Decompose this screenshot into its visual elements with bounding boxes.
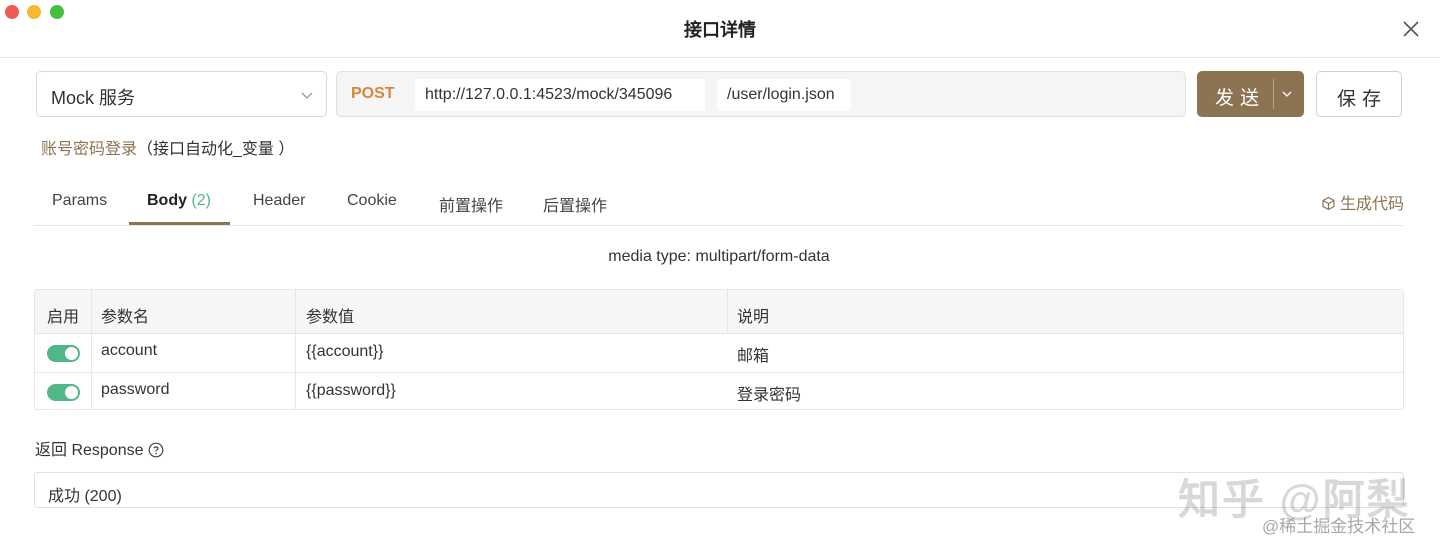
tab-body-label: Body — [147, 192, 187, 209]
response-section-title: 返回 Response — [35, 436, 164, 460]
title-bar: 接口详情 — [0, 0, 1440, 58]
url-bar: POST http://127.0.0.1:4523/mock/345096 /… — [336, 71, 1186, 117]
table-header: 启用 参数名 参数值 说明 — [35, 290, 1403, 334]
save-button-label: 保存 — [1336, 89, 1387, 110]
send-button-label: 发送 — [1215, 88, 1266, 109]
param-name[interactable]: account — [101, 342, 157, 360]
response-value: 成功 (200) — [48, 488, 122, 505]
cube-icon — [1322, 196, 1335, 211]
http-method[interactable]: POST — [351, 85, 395, 103]
enabled-toggle[interactable] — [47, 384, 80, 401]
tab-post-processors[interactable]: 后置操作 — [543, 192, 607, 216]
tab-params[interactable]: Params — [52, 192, 107, 210]
send-button[interactable]: 发送 — [1197, 71, 1304, 117]
watermark-juejin: @稀土掘金技术社区 — [1262, 517, 1416, 536]
environment-select[interactable]: Mock 服务 — [36, 71, 327, 117]
table-row: account {{account}} 邮箱 — [35, 334, 1403, 372]
param-description[interactable]: 登录密码 — [737, 381, 801, 405]
chevron-down-icon[interactable] — [1281, 88, 1293, 100]
generate-code-label: 生成代码 — [1339, 196, 1404, 213]
path-input[interactable]: /user/login.json — [717, 79, 851, 111]
column-header-enabled: 启用 — [47, 309, 80, 326]
dialog-title: 接口详情 — [684, 20, 756, 40]
generate-code-link[interactable]: 生成代码 — [1321, 190, 1404, 214]
api-name[interactable]: 账号密码登录 — [41, 141, 137, 158]
tab-pre-processors[interactable]: 前置操作 — [439, 192, 503, 216]
tab-header[interactable]: Header — [253, 192, 305, 210]
api-group: （接口自动化_变量 ） — [137, 141, 295, 158]
request-tabs: Params Body (2) Header Cookie 前置操作 后置操作 … — [34, 178, 1404, 226]
close-icon[interactable] — [1400, 18, 1422, 40]
body-params-table: 启用 参数名 参数值 说明 account {{account}} 邮箱 pas… — [34, 289, 1404, 410]
param-value[interactable]: {{account}} — [306, 343, 383, 361]
column-header-name: 参数名 — [101, 309, 150, 326]
tab-body[interactable]: Body (2) — [147, 192, 211, 210]
save-button[interactable]: 保存 — [1316, 71, 1402, 117]
active-tab-indicator — [129, 222, 230, 225]
toggle-knob — [65, 386, 78, 399]
chevron-down-icon — [301, 92, 313, 99]
param-name[interactable]: password — [101, 381, 169, 399]
column-divider — [727, 290, 728, 334]
param-value[interactable]: {{password}} — [306, 382, 396, 400]
send-divider — [1273, 79, 1274, 109]
param-description[interactable]: 邮箱 — [737, 342, 769, 366]
help-icon[interactable] — [148, 442, 164, 458]
tab-cookie[interactable]: Cookie — [347, 192, 397, 210]
column-header-description: 说明 — [737, 309, 770, 326]
api-title: 账号密码登录（接口自动化_变量 ） — [41, 135, 294, 159]
column-header-value: 参数值 — [306, 309, 355, 326]
media-type-label: media type: multipart/form-data — [608, 248, 830, 265]
toggle-knob — [65, 347, 78, 360]
base-url-input[interactable]: http://127.0.0.1:4523/mock/345096 — [415, 79, 705, 111]
response-label: 返回 Response — [35, 442, 144, 459]
environment-value: Mock 服务 — [51, 88, 136, 108]
tab-body-count: (2) — [191, 192, 212, 209]
enabled-toggle[interactable] — [47, 345, 80, 362]
table-row: password {{password}} 登录密码 — [35, 372, 1403, 410]
